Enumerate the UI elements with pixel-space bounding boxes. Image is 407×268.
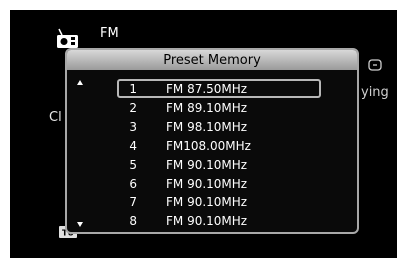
preset-list-item[interactable]: 1 FM 87.50MHz [117, 79, 321, 98]
triangle-up-icon[interactable] [77, 80, 83, 85]
source-label: FM [100, 26, 119, 41]
preset-number: 2 [129, 100, 137, 115]
preset-number: 1 [129, 82, 137, 96]
preset-frequency: FM 90.10MHz [166, 195, 248, 210]
preset-memory-popup: Preset Memory 1 FM 87.50MHz 2 FM 89.10MHz 3 F… [65, 48, 359, 234]
preset-number: 7 [129, 195, 137, 210]
preset-list-item[interactable]: 2 FM 89.10MHz [117, 100, 321, 119]
preset-frequency: FM 98.10MHz [166, 119, 248, 134]
popup-title: Preset Memory [67, 50, 357, 70]
background-now-playing-text: ying [361, 85, 389, 100]
preset-number: 6 [129, 176, 137, 191]
preset-frequency: FM 87.50MHz [166, 82, 248, 96]
triangle-down-icon[interactable] [77, 222, 83, 227]
preset-list-item[interactable]: 8 FM 90.10MHz [117, 213, 321, 232]
preset-frequency: FM 90.10MHz [166, 176, 248, 191]
radio-icon [57, 28, 78, 48]
preset-list-item[interactable]: 3 FM 98.10MHz [117, 119, 321, 138]
preset-frequency: FM 90.10MHz [166, 214, 248, 229]
preset-list-item[interactable]: 4 FM108.00MHz [117, 138, 321, 157]
device-screen: FM ying Cl TU Preset Memory 1FM 87.50MHz… [10, 10, 397, 258]
preset-number: 4 [129, 138, 137, 153]
preset-number: 8 [129, 214, 137, 229]
preset-frequency: FM 89.10MHz [166, 100, 248, 115]
preset-number: 5 [129, 157, 137, 172]
preset-number: 3 [129, 119, 137, 134]
background-status-icon [368, 59, 382, 71]
preset-list-item[interactable]: 7 FM 90.10MHz [117, 194, 321, 213]
preset-list-item[interactable]: 5 FM 90.10MHz [117, 157, 321, 176]
background-left-text: Cl [49, 110, 62, 125]
preset-frequency: FM 90.10MHz [166, 157, 248, 172]
preset-frequency: FM108.00MHz [166, 138, 251, 153]
preset-list-item[interactable]: 6 FM 90.10MHz [117, 176, 321, 195]
popup-title-text: Preset Memory [163, 52, 261, 68]
